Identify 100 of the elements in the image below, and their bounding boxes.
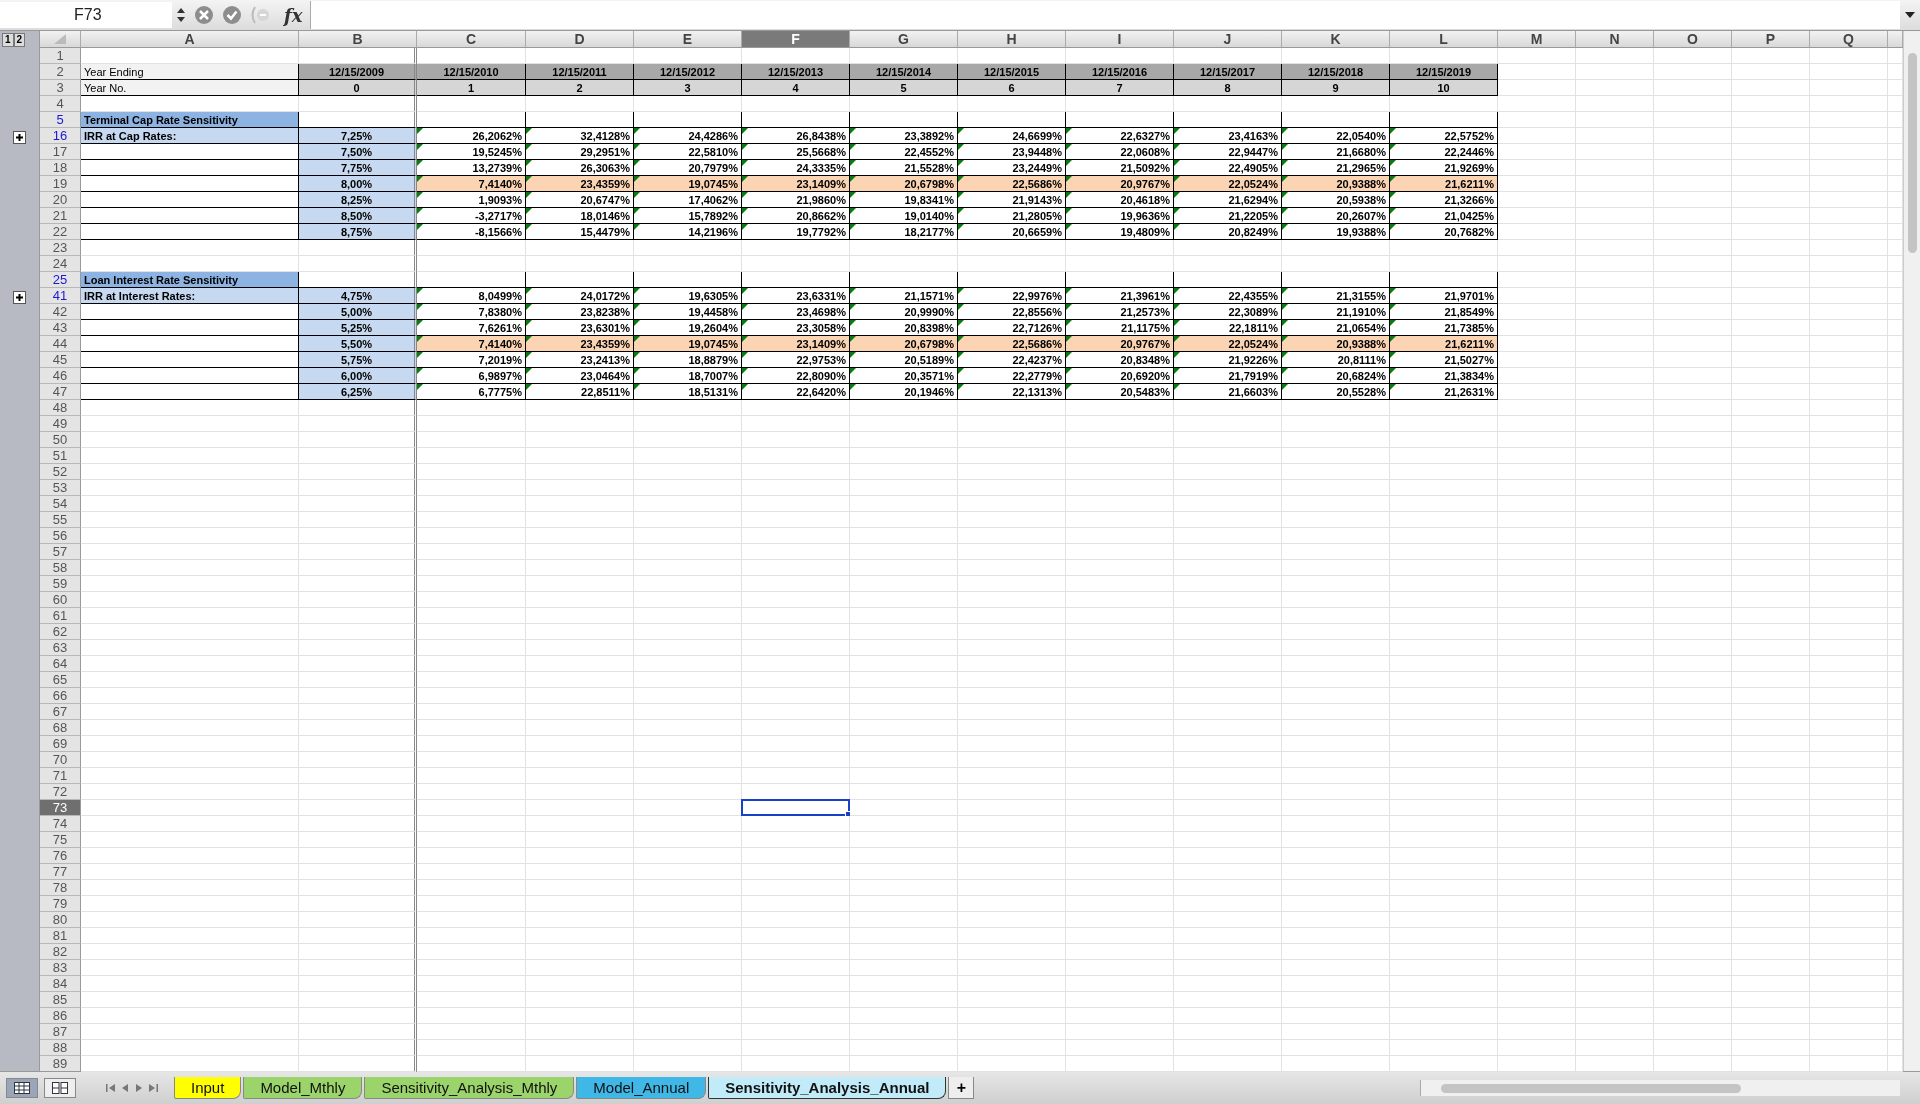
row-header[interactable]: 60 — [40, 592, 81, 608]
name-box[interactable]: F73 — [0, 2, 172, 28]
confirm-icon[interactable] — [222, 5, 242, 25]
row-header[interactable]: 2 — [40, 64, 81, 80]
column-header[interactable]: O — [1654, 31, 1732, 48]
row-header[interactable]: 55 — [40, 512, 81, 528]
row-header[interactable]: 52 — [40, 464, 81, 480]
page-layout-icon[interactable] — [44, 1078, 76, 1098]
row-header[interactable]: 88 — [40, 1040, 81, 1056]
stepper-icon[interactable] — [176, 6, 186, 24]
sheet-tab[interactable]: Sensitivity_Analysis_Mthly — [364, 1077, 575, 1099]
row-header[interactable]: 1 — [40, 48, 81, 64]
column-header[interactable]: M — [1498, 31, 1576, 48]
row-header[interactable]: 58 — [40, 560, 81, 576]
column-header[interactable]: G — [850, 31, 958, 48]
row-header[interactable]: 75 — [40, 832, 81, 848]
first-sheet-icon[interactable] — [106, 1083, 116, 1093]
expand-icon[interactable] — [13, 130, 26, 144]
horizontal-scrollbar[interactable] — [1420, 1080, 1900, 1096]
next-sheet-icon[interactable] — [134, 1083, 144, 1093]
sheet-tab[interactable]: Sensitivity_Analysis_Annual — [708, 1077, 947, 1099]
row-header[interactable]: 25 — [40, 272, 81, 288]
row-header[interactable]: 86 — [40, 1008, 81, 1024]
column-header[interactable]: H — [958, 31, 1066, 48]
row-header[interactable]: 46 — [40, 368, 81, 384]
row-header[interactable]: 76 — [40, 848, 81, 864]
column-header[interactable]: J — [1174, 31, 1282, 48]
select-all-button[interactable] — [40, 31, 81, 48]
vertical-scrollbar[interactable] — [1903, 31, 1920, 1071]
row-header[interactable]: 70 — [40, 752, 81, 768]
row-header[interactable]: 16 — [40, 128, 81, 144]
column-header[interactable]: Q — [1810, 31, 1888, 48]
row-header[interactable]: 47 — [40, 384, 81, 400]
sheet-tab[interactable]: Model_Annual — [576, 1077, 707, 1099]
sheet-tab[interactable]: Input — [174, 1077, 242, 1099]
row-header[interactable]: 17 — [40, 144, 81, 160]
column-header[interactable]: D — [526, 31, 634, 48]
row-header[interactable]: 74 — [40, 816, 81, 832]
column-header[interactable]: P — [1732, 31, 1810, 48]
row-header[interactable]: 42 — [40, 304, 81, 320]
row-header[interactable]: 44 — [40, 336, 81, 352]
row-header[interactable]: 50 — [40, 432, 81, 448]
sheet-tab[interactable]: Model_Mthly — [243, 1077, 363, 1099]
row-header[interactable]: 54 — [40, 496, 81, 512]
column-header[interactable]: N — [1576, 31, 1654, 48]
row-header[interactable]: 51 — [40, 448, 81, 464]
row-header[interactable]: 67 — [40, 704, 81, 720]
row-header[interactable]: 41 — [40, 288, 81, 304]
row-header[interactable]: 20 — [40, 192, 81, 208]
column-header[interactable]: I — [1066, 31, 1174, 48]
row-header[interactable]: 72 — [40, 784, 81, 800]
row-header[interactable]: 81 — [40, 928, 81, 944]
selected-cell[interactable] — [741, 799, 850, 816]
expand-icon[interactable] — [13, 290, 26, 304]
row-header[interactable]: 71 — [40, 768, 81, 784]
row-header[interactable]: 57 — [40, 544, 81, 560]
column-header[interactable]: C — [417, 31, 526, 48]
row-header[interactable]: 68 — [40, 720, 81, 736]
formula-field[interactable] — [310, 1, 1900, 29]
function-icon[interactable] — [250, 5, 272, 25]
row-header[interactable]: 89 — [40, 1056, 81, 1072]
row-header[interactable]: 73 — [40, 800, 81, 816]
normal-view-icon[interactable] — [6, 1078, 38, 1098]
row-header[interactable]: 4 — [40, 96, 81, 112]
row-header[interactable]: 22 — [40, 224, 81, 240]
row-header[interactable]: 80 — [40, 912, 81, 928]
column-header[interactable]: E — [634, 31, 742, 48]
column-header[interactable]: K — [1282, 31, 1390, 48]
row-header[interactable]: 21 — [40, 208, 81, 224]
last-sheet-icon[interactable] — [148, 1083, 158, 1093]
outline-level-button[interactable]: 1 — [2, 33, 14, 47]
column-header[interactable]: L — [1390, 31, 1498, 48]
row-header[interactable]: 56 — [40, 528, 81, 544]
dropdown-icon[interactable] — [1904, 11, 1916, 19]
row-header[interactable]: 83 — [40, 960, 81, 976]
row-header[interactable]: 53 — [40, 480, 81, 496]
previous-sheet-icon[interactable] — [120, 1083, 130, 1093]
cancel-icon[interactable] — [194, 5, 214, 25]
row-header[interactable]: 62 — [40, 624, 81, 640]
row-header[interactable]: 64 — [40, 656, 81, 672]
column-header[interactable]: F — [742, 31, 850, 48]
row-header[interactable]: 84 — [40, 976, 81, 992]
row-header[interactable]: 45 — [40, 352, 81, 368]
add-sheet-button[interactable]: + — [948, 1077, 975, 1099]
row-header[interactable]: 24 — [40, 256, 81, 272]
row-header[interactable]: 79 — [40, 896, 81, 912]
row-header[interactable]: 43 — [40, 320, 81, 336]
row-header[interactable]: 5 — [40, 112, 81, 128]
row-header[interactable]: 82 — [40, 944, 81, 960]
row-header[interactable]: 85 — [40, 992, 81, 1008]
row-header[interactable]: 77 — [40, 864, 81, 880]
row-header[interactable]: 63 — [40, 640, 81, 656]
row-header[interactable]: 3 — [40, 80, 81, 96]
row-header[interactable]: 23 — [40, 240, 81, 256]
row-header[interactable]: 48 — [40, 400, 81, 416]
row-header[interactable]: 87 — [40, 1024, 81, 1040]
row-header[interactable]: 66 — [40, 688, 81, 704]
row-header[interactable]: 18 — [40, 160, 81, 176]
row-header[interactable]: 78 — [40, 880, 81, 896]
row-header[interactable]: 19 — [40, 176, 81, 192]
